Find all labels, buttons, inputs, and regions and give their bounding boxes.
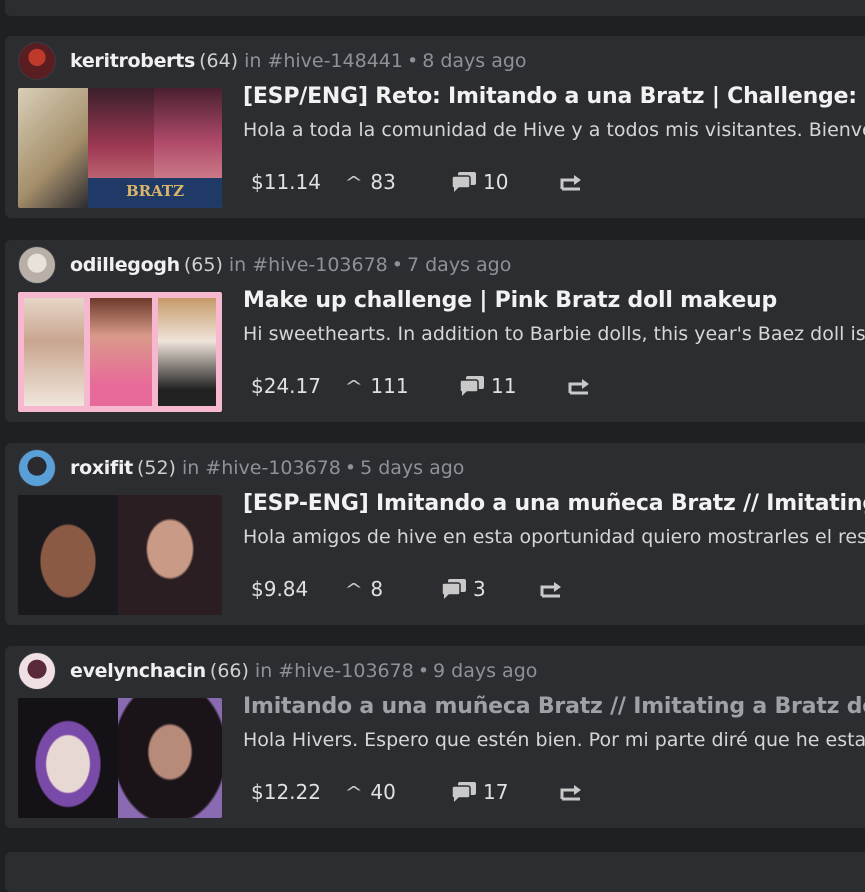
in-label: in (181, 457, 200, 479)
post-summary[interactable]: Hola Hivers. Espero que estén bien. Por … (243, 729, 865, 751)
post-card[interactable]: keritroberts (64) in #hive-148441 • 8 da… (5, 36, 865, 218)
comments-icon (451, 172, 476, 192)
separator-dot: • (406, 50, 419, 72)
vote-count: 83 (370, 170, 396, 194)
post-thumbnail[interactable]: BRATZ (18, 88, 222, 208)
vote-count: 111 (370, 374, 409, 398)
upvote-button[interactable]: ^ 40 (344, 780, 451, 804)
chevron-up-icon: ^ (344, 782, 364, 802)
upvote-button[interactable]: ^ 83 (344, 170, 451, 194)
post-header: roxifit (52) in #hive-103678 • 5 days ag… (18, 449, 464, 487)
post-timestamp[interactable]: 9 days ago (433, 660, 537, 682)
post-card[interactable]: roxifit (52) in #hive-103678 • 5 days ag… (5, 443, 865, 625)
author-reputation: (66) (209, 660, 249, 682)
avatar[interactable] (18, 246, 56, 284)
in-label: in (228, 254, 247, 276)
post-title[interactable]: Imitando a una muñeca Bratz // Imitating… (243, 694, 865, 719)
post-summary[interactable]: Hola amigos de hive en esta oportunidad … (243, 526, 865, 548)
reblog-button[interactable] (539, 579, 563, 599)
in-label: in (244, 50, 262, 72)
avatar[interactable] (18, 449, 56, 487)
post-thumbnail[interactable] (18, 495, 222, 615)
chevron-up-icon: ^ (344, 579, 364, 599)
post-header: evelynchacin (66) in #hive-103678 • 9 da… (18, 652, 537, 690)
author-reputation: (52) (136, 457, 176, 479)
separator-dot: • (344, 457, 357, 479)
separator-dot: • (391, 254, 403, 276)
post-feed: keritroberts (64) in #hive-148441 • 8 da… (0, 0, 865, 892)
payout-amount[interactable]: $24.17 (243, 374, 347, 398)
reblog-button[interactable] (567, 376, 591, 396)
post-stats: $24.17 ^ 111 11 (243, 368, 591, 404)
vote-count: 8 (370, 577, 384, 601)
author-name[interactable]: odillegogh (70, 254, 180, 276)
post-stats: $11.14 ^ 83 10 (243, 164, 583, 200)
in-label: in (254, 660, 273, 682)
community-link[interactable]: #hive-103678 (205, 457, 341, 479)
comments-button[interactable]: 11 (459, 374, 567, 398)
post-thumbnail[interactable] (18, 292, 222, 412)
comment-count: 3 (473, 577, 486, 601)
upvote-button[interactable]: ^ 111 (344, 374, 459, 398)
payout-amount[interactable]: $11.14 (243, 170, 347, 194)
post-card-partial-top[interactable] (5, 0, 865, 16)
author-reputation: (64) (199, 50, 239, 72)
post-stats: $9.84 ^ 8 3 (243, 571, 563, 607)
comment-count: 10 (483, 170, 509, 194)
payout-amount[interactable]: $9.84 (243, 577, 347, 601)
comments-icon (451, 782, 476, 802)
thumbnail-banner-text: BRATZ (125, 182, 185, 200)
reblog-icon (560, 175, 581, 191)
post-card-partial-bottom[interactable] (5, 852, 865, 892)
comments-button[interactable]: 3 (441, 577, 539, 601)
payout-amount[interactable]: $12.22 (243, 780, 347, 804)
chevron-up-icon: ^ (344, 172, 364, 192)
chevron-up-icon: ^ (344, 376, 364, 396)
post-title[interactable]: [ESP-ENG] Imitando a una muñeca Bratz //… (243, 491, 865, 516)
reblog-button[interactable] (559, 782, 583, 802)
comment-count: 11 (491, 374, 517, 398)
post-timestamp[interactable]: 7 days ago (407, 254, 511, 276)
post-title[interactable]: [ESP/ENG] Reto: Imitando a una Bratz | C… (243, 84, 865, 109)
reblog-icon (560, 785, 581, 801)
vote-count: 40 (370, 780, 396, 804)
comments-icon (459, 376, 484, 396)
comments-button[interactable]: 17 (451, 780, 559, 804)
community-link[interactable]: #hive-103678 (252, 254, 388, 276)
post-header: keritroberts (64) in #hive-148441 • 8 da… (18, 42, 527, 80)
author-reputation: (65) (183, 254, 223, 276)
post-summary[interactable]: Hola a toda la comunidad de Hive y a tod… (243, 119, 865, 141)
community-link[interactable]: #hive-103678 (278, 660, 414, 682)
comments-icon (441, 579, 466, 599)
post-thumbnail[interactable] (18, 698, 222, 818)
reblog-button[interactable] (559, 172, 583, 192)
community-link[interactable]: #hive-148441 (267, 50, 403, 72)
post-card[interactable]: odillegogh (65) in #hive-103678 • 7 days… (5, 240, 865, 422)
reblog-icon (540, 582, 561, 598)
post-card[interactable]: evelynchacin (66) in #hive-103678 • 9 da… (5, 646, 865, 828)
author-name[interactable]: keritroberts (70, 50, 195, 72)
reblog-icon (568, 379, 589, 395)
author-name[interactable]: evelynchacin (70, 660, 206, 682)
post-timestamp[interactable]: 8 days ago (422, 50, 526, 72)
post-title[interactable]: Make up challenge | Pink Bratz doll make… (243, 288, 865, 313)
author-name[interactable]: roxifit (70, 457, 133, 479)
post-summary[interactable]: Hi sweethearts. In addition to Barbie do… (243, 323, 865, 345)
avatar[interactable] (18, 652, 56, 690)
post-timestamp[interactable]: 5 days ago (360, 457, 464, 479)
post-header: odillegogh (65) in #hive-103678 • 7 days… (18, 246, 511, 284)
post-stats: $12.22 ^ 40 17 (243, 774, 583, 810)
comments-button[interactable]: 10 (451, 170, 559, 194)
upvote-button[interactable]: ^ 8 (344, 577, 441, 601)
avatar[interactable] (18, 42, 56, 80)
comment-count: 17 (483, 780, 509, 804)
separator-dot: • (417, 660, 430, 682)
